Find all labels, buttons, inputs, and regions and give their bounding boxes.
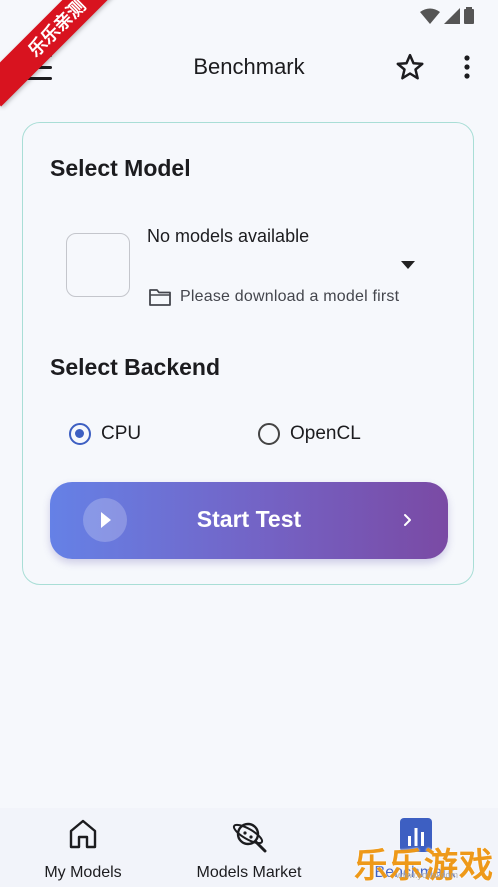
model-hint-text: Please download a model first [180,288,400,305]
planet-search-icon [232,822,267,853]
nav-label-my-models: My Models [44,864,122,881]
radio-unchecked-icon[interactable] [258,423,280,445]
radio-checked-icon[interactable] [69,423,91,445]
radio-label-cpu: CPU [101,423,142,444]
nav-label-models-market: Models Market [196,864,302,881]
radio-label-opencl: OpenCL [290,423,361,444]
radio-option-cpu[interactable]: CPU [69,423,141,445]
app-bar: Benchmark [0,38,498,96]
chevron-right-icon [404,514,411,526]
select-model-title: Select Model [50,155,191,181]
wifi-icon [420,8,440,24]
dropdown-arrow-icon[interactable] [401,261,415,269]
start-test-button[interactable]: Start Test [50,482,448,559]
star-icon[interactable] [395,52,425,82]
nav-item-models-market[interactable]: Models Market [166,808,332,887]
model-thumbnail [66,233,130,297]
watermark-url: www.youxi.com [395,870,458,880]
select-backend-title: Select Backend [50,354,221,380]
model-hint: Please download a model first [148,287,399,307]
home-icon [69,819,97,849]
more-vert-icon[interactable] [455,52,479,82]
benchmark-card: Select Model No models available Please … [22,122,474,585]
radio-option-opencl[interactable]: OpenCL [258,423,361,445]
nav-item-my-models[interactable]: My Models [0,808,166,887]
signal-icon [444,7,460,24]
folder-icon [149,289,171,306]
start-test-label: Start Test [196,506,302,532]
battery-icon [464,7,474,24]
model-dropdown-value[interactable]: No models available [147,226,309,247]
